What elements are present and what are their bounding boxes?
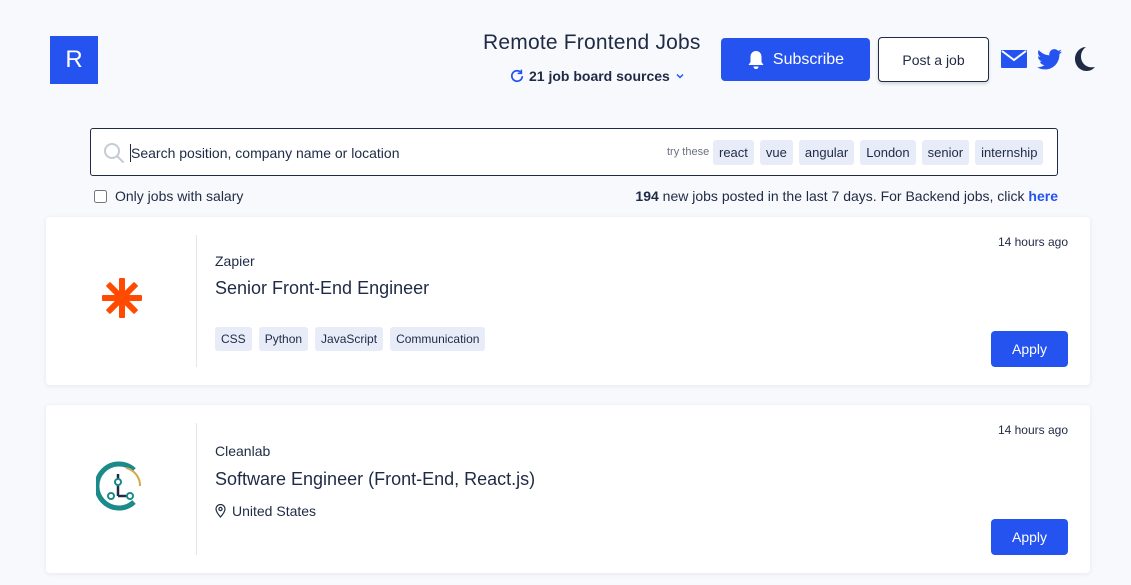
site-logo[interactable]: R <box>50 36 98 84</box>
sources-label: 21 job board sources <box>529 68 670 84</box>
apply-button[interactable]: Apply <box>991 331 1068 367</box>
job-title[interactable]: Software Engineer (Front-End, React.js) <box>215 469 535 490</box>
subscribe-button[interactable]: Subscribe <box>721 38 870 81</box>
job-card[interactable]: Cleanlab Software Engineer (Front-End, R… <box>46 405 1090 573</box>
card-divider <box>196 423 197 555</box>
job-tag: Python <box>258 327 309 351</box>
zapier-logo <box>96 272 148 324</box>
search-icon <box>104 143 124 163</box>
search-bar: try these react vue angular London senio… <box>90 128 1058 176</box>
try-these-label: try these <box>667 146 710 158</box>
moon-icon[interactable] <box>1071 45 1097 73</box>
job-tag: CSS <box>215 327 252 351</box>
salary-filter[interactable]: Only jobs with salary <box>94 188 243 204</box>
suggestion-chip[interactable]: vue <box>759 140 793 165</box>
sources-dropdown[interactable]: 21 job board sources <box>510 68 685 84</box>
job-tags: CSS Python JavaScript Communication <box>215 327 486 351</box>
job-location: United States <box>215 503 316 519</box>
page-title: Remote Frontend Jobs <box>483 31 701 54</box>
company-name: Zapier <box>215 253 255 269</box>
job-stats: 194 new jobs posted in the last 7 days. … <box>635 188 1058 204</box>
cleanlab-logo <box>94 460 148 512</box>
job-tag: Communication <box>390 327 486 351</box>
apply-button[interactable]: Apply <box>991 519 1068 555</box>
suggestion-chip[interactable]: senior <box>921 140 970 165</box>
company-name: Cleanlab <box>215 443 271 459</box>
job-card[interactable]: Zapier Senior Front-End Engineer 14 hour… <box>46 217 1090 385</box>
suggestion-chip[interactable]: internship <box>975 140 1044 165</box>
location-label: United States <box>232 503 317 519</box>
bell-icon <box>748 50 764 69</box>
backend-jobs-link[interactable]: here <box>1028 188 1058 204</box>
mail-icon[interactable] <box>1000 47 1027 71</box>
new-jobs-count: 194 <box>635 188 659 204</box>
suggestion-chip[interactable]: London <box>860 140 916 165</box>
job-tag: JavaScript <box>315 327 384 351</box>
post-job-button[interactable]: Post a job <box>878 37 989 82</box>
stats-text: new jobs posted in the last 7 days. For … <box>662 188 1025 204</box>
refresh-icon <box>510 69 524 83</box>
salary-filter-label: Only jobs with salary <box>115 188 244 204</box>
posted-time: 14 hours ago <box>997 235 1068 249</box>
location-pin-icon <box>215 504 226 518</box>
search-input[interactable] <box>131 139 551 167</box>
chevron-down-icon <box>676 73 684 79</box>
job-title[interactable]: Senior Front-End Engineer <box>215 278 429 299</box>
suggestion-chips: react vue angular London senior internsh… <box>713 140 1044 165</box>
twitter-icon[interactable] <box>1036 46 1062 72</box>
subscribe-label: Subscribe <box>772 50 845 68</box>
card-divider <box>196 235 197 367</box>
page: R Remote Frontend Jobs 21 job board sour… <box>0 0 1131 585</box>
suggestion-chip[interactable]: react <box>713 140 754 165</box>
posted-time: 14 hours ago <box>997 423 1068 437</box>
salary-checkbox[interactable] <box>94 189 107 203</box>
suggestion-chip[interactable]: angular <box>798 140 855 165</box>
text-cursor <box>130 144 131 162</box>
